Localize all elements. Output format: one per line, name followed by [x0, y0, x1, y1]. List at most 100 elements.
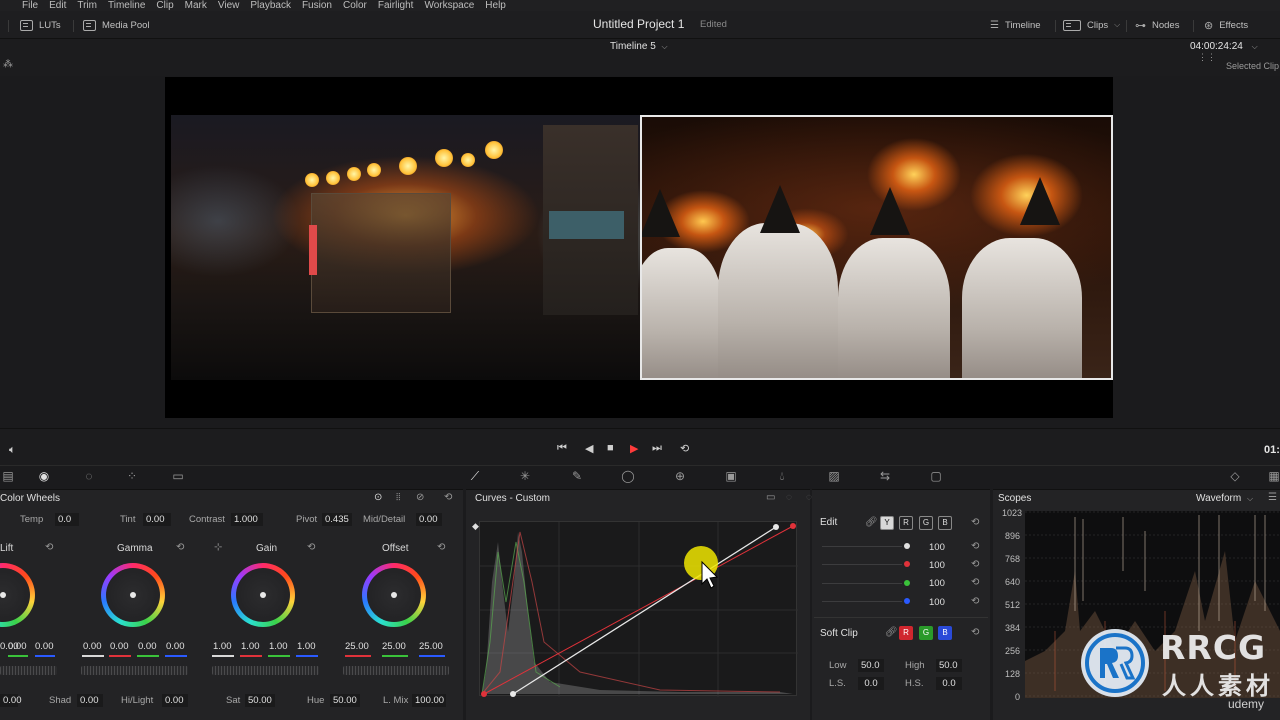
tint-field[interactable]: 0.00	[143, 513, 171, 526]
offset-reset-icon[interactable]: ⟲	[437, 542, 445, 553]
menu-color[interactable]: Color	[343, 0, 367, 11]
timeline-button[interactable]: ☰ Timeline	[990, 17, 1041, 33]
b-reset-icon[interactable]: ⟲	[971, 596, 979, 607]
reverse-play-button[interactable]: ◀︎	[585, 442, 593, 455]
timeline-selector[interactable]: Timeline 5 ⌵	[610, 41, 668, 52]
gamma-reset-icon[interactable]: ⟲	[176, 542, 184, 553]
curves-mode-icon[interactable]: ▭	[766, 492, 775, 503]
reset-icon[interactable]: ⟲	[444, 492, 452, 503]
high-field[interactable]: 50.0	[936, 659, 962, 672]
offset-value-g[interactable]: 25.00	[382, 641, 406, 652]
lift-value-b[interactable]: 0.00	[35, 641, 54, 652]
gain-value-r[interactable]: 1.00	[241, 641, 260, 652]
contrast-field[interactable]: 1.000	[231, 513, 263, 526]
gamma-wheel[interactable]	[101, 563, 165, 627]
loop-button[interactable]: ⟲	[680, 442, 689, 455]
menu-workspace[interactable]: Workspace	[424, 0, 474, 11]
menu-file[interactable]: File	[22, 0, 38, 11]
gain-value-g[interactable]: 1.00	[269, 641, 288, 652]
y-reset-icon[interactable]: ⟲	[971, 541, 979, 552]
luma-curve-point[interactable]	[510, 691, 516, 697]
soft-clip-g-button[interactable]: G	[919, 626, 933, 640]
sat-field[interactable]: 50.00	[245, 694, 275, 707]
menu-view[interactable]: View	[218, 0, 240, 11]
soft-clip-b-button[interactable]: B	[938, 626, 952, 640]
r-intensity-slider[interactable]	[822, 564, 902, 565]
bottom-first-field[interactable]: 0.00	[0, 694, 22, 707]
scope-mode-selector[interactable]: Waveform ⌵	[1196, 493, 1253, 504]
play-button[interactable]: ▶︎	[630, 442, 638, 455]
offset-master-wheel[interactable]	[343, 666, 449, 675]
low-field[interactable]: 50.0	[858, 659, 884, 672]
scope-settings-icon[interactable]: ☰	[1268, 492, 1277, 503]
soft-clip-reset-icon[interactable]: ⟲	[971, 627, 979, 638]
channel-y-button[interactable]: Y	[880, 516, 894, 530]
gain-value-y[interactable]: 1.00	[213, 641, 232, 652]
red-curve-point[interactable]	[481, 691, 487, 697]
warper-icon[interactable]: ✳	[517, 468, 533, 484]
gain-wheel[interactable]	[231, 563, 295, 627]
menu-help[interactable]: Help	[485, 0, 506, 11]
lift-master-wheel[interactable]	[0, 666, 57, 675]
curves-tab-icon[interactable]: ⟋	[467, 468, 483, 484]
g-intensity-slider[interactable]	[822, 583, 902, 584]
tracker-icon[interactable]: ⊕	[672, 468, 688, 484]
channel-b-button[interactable]: B	[938, 516, 952, 530]
lmix-field[interactable]: 100.00	[412, 694, 446, 707]
r-intensity-value[interactable]: 100	[929, 560, 945, 571]
y-intensity-slider[interactable]	[822, 546, 902, 547]
hilight-field[interactable]: 0.00	[162, 694, 188, 707]
color-match-icon[interactable]: ◌	[81, 468, 97, 484]
gamma-wheel-handle[interactable]	[130, 592, 136, 598]
blur-icon[interactable]: 💧︎	[774, 468, 790, 484]
menu-trim[interactable]: Trim	[77, 0, 97, 11]
menu-mark[interactable]: Mark	[185, 0, 207, 11]
luts-button[interactable]: LUTs	[20, 17, 61, 33]
menu-fairlight[interactable]: Fairlight	[378, 0, 414, 11]
gain-wheel-handle[interactable]	[260, 592, 266, 598]
offset-wheel-handle[interactable]	[391, 592, 397, 598]
sizing-icon[interactable]: ⇆	[877, 468, 893, 484]
jump-to-end-button[interactable]: ⏭︎	[652, 442, 662, 455]
channel-g-button[interactable]: G	[919, 516, 933, 530]
wheels-mode-icon[interactable]: ⊙	[374, 492, 382, 503]
gamma-value-y[interactable]: 0.00	[83, 641, 102, 652]
offset-value-r[interactable]: 25.00	[345, 641, 369, 652]
menu-timeline[interactable]: Timeline	[108, 0, 145, 11]
magic-wand-icon[interactable]: ⁂	[3, 59, 13, 70]
layout-icon[interactable]: ▤	[0, 468, 16, 484]
luma-curve-point[interactable]	[773, 524, 779, 530]
jump-to-start-button[interactable]: ⏮︎	[557, 442, 567, 455]
color-wheels-tab-icon[interactable]: ◉	[36, 468, 52, 484]
middetail-field[interactable]: 0.00	[416, 513, 442, 526]
gain-value-b[interactable]: 1.00	[297, 641, 316, 652]
stop-button[interactable]: ■	[607, 442, 614, 454]
shad-field[interactable]: 0.00	[77, 694, 103, 707]
scopes-icon[interactable]: ▦	[1266, 468, 1280, 484]
g-intensity-value[interactable]: 100	[929, 578, 945, 589]
effects-button[interactable]: ⊛ Effects	[1204, 17, 1248, 33]
soft-clip-r-button[interactable]: R	[899, 626, 913, 640]
3d-icon[interactable]: ▢	[928, 468, 944, 484]
gamma-master-wheel[interactable]	[81, 666, 188, 675]
gain-reset-icon[interactable]: ⟲	[307, 542, 315, 553]
keyframes-icon[interactable]: ◇	[1227, 468, 1243, 484]
offset-wheel[interactable]	[362, 563, 426, 627]
gamma-value-b[interactable]: 0.00	[166, 641, 185, 652]
volume-icon[interactable]: 🔈︎	[9, 444, 16, 457]
b-intensity-value[interactable]: 100	[929, 597, 945, 608]
b-intensity-slider[interactable]	[822, 601, 902, 602]
more-icon[interactable]: ⋮⋮	[1198, 52, 1216, 62]
menu-edit[interactable]: Edit	[49, 0, 66, 11]
hs-field[interactable]: 0.0	[936, 677, 962, 690]
bars-mode-icon[interactable]: ⦙⦙	[396, 492, 400, 503]
nodes-button[interactable]: ⊶ Nodes	[1135, 17, 1179, 33]
ls-field[interactable]: 0.0	[858, 677, 884, 690]
gain-master-wheel[interactable]	[212, 666, 319, 675]
menu-playback[interactable]: Playback	[250, 0, 291, 11]
lift-reset-icon[interactable]: ⟲	[45, 542, 53, 553]
channel-r-button[interactable]: R	[899, 516, 913, 530]
lift-value-g[interactable]: 0.00	[8, 641, 27, 652]
offset-value-b[interactable]: 25.00	[419, 641, 443, 652]
window-icon[interactable]: ◯	[620, 468, 636, 484]
